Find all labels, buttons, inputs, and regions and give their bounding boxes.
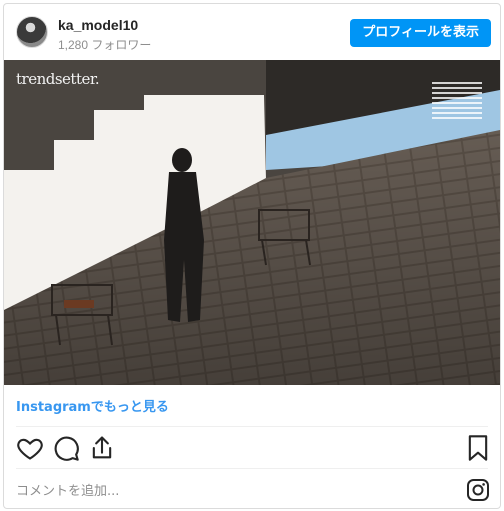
instagram-icon[interactable] bbox=[466, 478, 490, 502]
action-bar bbox=[4, 432, 500, 466]
magazine-brand-text: trendsetter. bbox=[16, 70, 100, 88]
username[interactable]: ka_model10 bbox=[58, 17, 138, 33]
magazine-caption-block bbox=[432, 82, 482, 122]
post-photo-graphic bbox=[4, 60, 500, 385]
heart-icon[interactable] bbox=[16, 434, 44, 462]
post-image[interactable]: trendsetter. bbox=[4, 60, 500, 385]
share-icon[interactable] bbox=[88, 434, 116, 462]
comment-input[interactable] bbox=[16, 480, 416, 502]
instagram-embed-card: ka_model10 1,280 フォロワー プロフィールを表示 trendse… bbox=[3, 3, 501, 509]
comment-icon[interactable] bbox=[52, 434, 80, 462]
divider bbox=[16, 468, 488, 469]
view-profile-button[interactable]: プロフィールを表示 bbox=[350, 19, 491, 47]
divider bbox=[16, 426, 488, 427]
post-header: ka_model10 1,280 フォロワー プロフィールを表示 bbox=[4, 4, 500, 60]
follower-count: 1,280 フォロワー bbox=[58, 38, 152, 52]
view-more-on-instagram-link[interactable]: Instagramでもっと見る bbox=[16, 396, 169, 415]
bookmark-icon[interactable] bbox=[464, 434, 492, 462]
avatar[interactable] bbox=[16, 16, 48, 48]
